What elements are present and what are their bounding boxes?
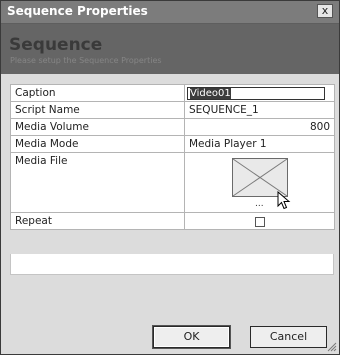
- title-bar[interactable]: Sequence Properties x: [1, 1, 339, 24]
- repeat-cell: [184, 212, 335, 230]
- header-subtitle: Please setup the Sequence Properties: [10, 56, 162, 65]
- header-title: Sequence: [9, 35, 103, 55]
- property-row-repeat: Repeat: [10, 212, 335, 230]
- property-row-caption: Caption Video01: [10, 84, 335, 102]
- caption-cell: Video01: [184, 84, 335, 102]
- repeat-checkbox[interactable]: [254, 217, 265, 227]
- browse-button[interactable]: ...: [255, 199, 264, 209]
- empty-grid-area: [10, 254, 334, 275]
- media-volume-value[interactable]: 800: [184, 118, 335, 136]
- close-icon: x: [321, 4, 329, 17]
- property-row-media-mode: Media Mode Media Player 1: [10, 135, 335, 153]
- script-name-label: Script Name: [10, 101, 185, 119]
- property-row-media-file: Media File ...: [10, 152, 335, 213]
- media-mode-value[interactable]: Media Player 1: [184, 135, 335, 153]
- property-row-media-volume: Media Volume 800: [10, 118, 335, 136]
- window-title: Sequence Properties: [7, 4, 148, 18]
- script-name-value[interactable]: SEQUENCE_1: [184, 101, 335, 119]
- media-volume-label: Media Volume: [10, 118, 185, 136]
- repeat-label: Repeat: [10, 212, 185, 230]
- caption-input[interactable]: Video01: [187, 86, 325, 100]
- sequence-properties-dialog: Sequence Properties x Sequence Please se…: [0, 0, 340, 355]
- property-grid: Caption Video01 Script Name SEQUENCE_1 M…: [10, 84, 335, 230]
- resize-grip-icon[interactable]: [326, 341, 337, 352]
- ok-button[interactable]: OK: [153, 326, 230, 348]
- media-mode-label: Media Mode: [10, 135, 185, 153]
- cancel-button[interactable]: Cancel: [250, 326, 327, 348]
- caption-value: Video01: [190, 87, 231, 99]
- media-file-label: Media File: [10, 152, 185, 213]
- dialog-header: Sequence Please setup the Sequence Prope…: [1, 24, 339, 74]
- caption-label: Caption: [10, 84, 185, 102]
- close-button[interactable]: x: [317, 4, 333, 18]
- media-file-cell: ...: [184, 152, 335, 213]
- mouse-pointer-icon: [277, 191, 291, 210]
- property-row-script-name: Script Name SEQUENCE_1: [10, 101, 335, 119]
